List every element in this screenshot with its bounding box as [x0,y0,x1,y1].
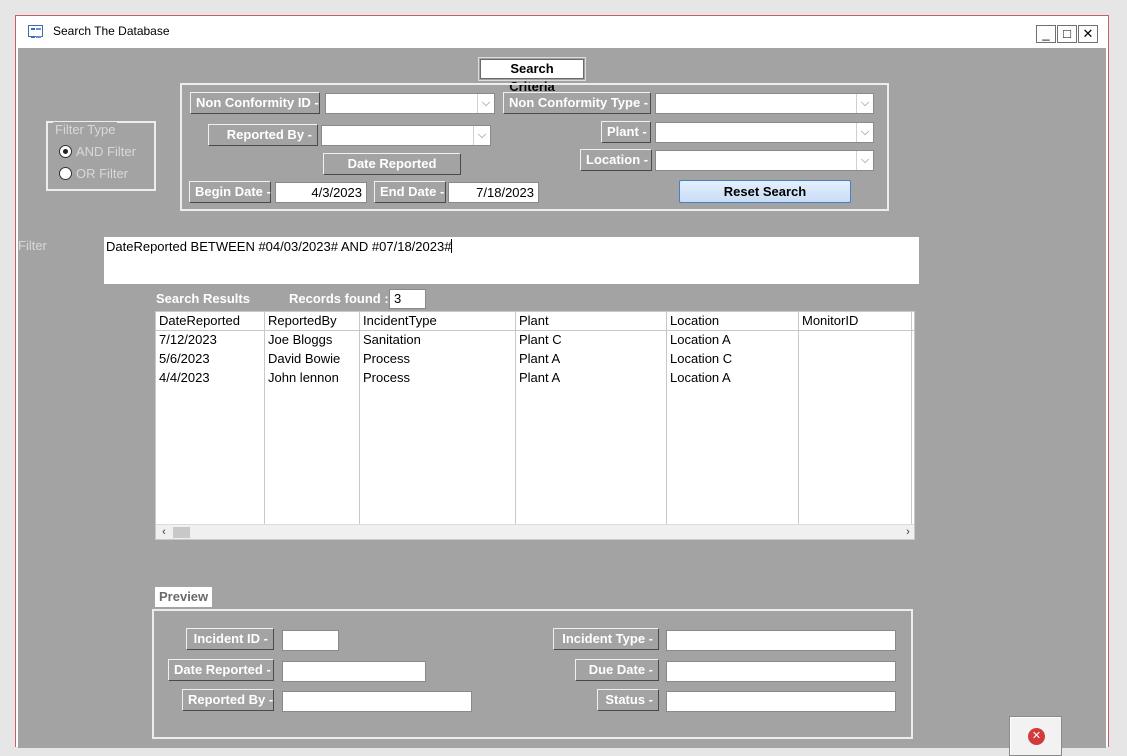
cell-reported-by: Joe Bloggs [268,332,333,347]
cell-date-reported: 7/12/2023 [159,332,217,347]
and-filter-option[interactable]: AND Filter [59,144,136,159]
cell-location: Location C [670,351,733,366]
title-bar: Search The Database _ □ ✕ [16,16,1108,48]
status-label: Status - [597,689,659,711]
records-found-label: Records found : [289,291,389,306]
scroll-thumb[interactable] [173,527,190,538]
records-found-count: 3 [389,289,426,309]
end-date-input[interactable]: 7/18/2023 [448,182,539,203]
column-header-location[interactable]: Location [667,312,798,331]
filter-text-box[interactable]: DateReported BETWEEN #04/03/2023# AND #0… [104,237,919,284]
column-divider [798,312,799,524]
cell-incident-type: Process [363,351,410,366]
search-results-grid[interactable]: DateReported ReportedBy IncidentType Pla… [155,311,915,540]
or-filter-option[interactable]: OR Filter [59,166,128,181]
search-results-title: Search Results [156,291,250,306]
and-filter-radio[interactable] [59,145,72,158]
preview-date-reported-label: Date Reported - [168,659,274,681]
begin-date-input[interactable]: 4/3/2023 [275,182,367,203]
scroll-left-icon[interactable]: ‹ [156,525,172,539]
preview-reported-by-label: Reported By - [182,689,274,711]
column-header-plant[interactable]: Plant [516,312,666,331]
and-filter-label: AND Filter [76,144,136,159]
form-icon [28,25,43,38]
nc-id-combo[interactable]: ⌵ [325,93,495,114]
nc-id-label: Non Conformity ID - [190,92,320,114]
incident-id-field[interactable] [282,630,339,651]
cell-plant: Plant A [519,370,561,385]
cell-incident-type: Sanitation [363,332,421,347]
close-circle-icon: ✕ [1028,728,1045,745]
column-divider [911,312,912,524]
incident-id-label: Incident ID - [186,628,274,650]
due-date-field[interactable] [666,661,896,682]
search-criteria-title: Search Criteria [478,57,586,94]
close-window-button[interactable]: ✕ [1078,25,1098,43]
plant-combo[interactable]: ⌵ [655,122,874,143]
chevron-down-icon[interactable]: ⌵ [856,151,873,170]
column-header-reported-by[interactable]: ReportedBy [265,312,359,331]
plant-label: Plant - [601,121,651,143]
reported-by-combo[interactable]: ⌵ [321,125,491,146]
reset-search-button[interactable]: Reset Search [679,180,851,203]
column-header-overflow [912,312,914,331]
due-date-label: Due Date - [575,659,659,681]
date-reported-label: Date Reported [323,153,461,175]
chevron-down-icon[interactable]: ⌵ [477,94,494,113]
window-title: Search The Database [53,24,170,38]
chevron-down-icon[interactable]: ⌵ [856,94,873,113]
filter-text: DateReported BETWEEN #04/03/2023# AND #0… [106,239,452,254]
cell-reported-by: David Bowie [268,351,341,366]
or-filter-radio[interactable] [59,167,72,180]
form-body: Search Criteria Non Conformity ID - ⌵ No… [18,48,1106,756]
preview-date-reported-field[interactable] [282,661,426,682]
nc-type-combo[interactable]: ⌵ [655,93,874,114]
preview-reported-by-field[interactable] [282,691,472,712]
incident-type-label: Incident Type - [553,628,659,650]
minimize-button[interactable]: _ [1036,25,1056,43]
cell-reported-by: John lennon [268,370,339,385]
cell-plant: Plant C [519,332,562,347]
location-label: Location - [580,149,652,171]
column-header-date-reported[interactable]: DateReported [156,312,264,331]
location-combo[interactable]: ⌵ [655,150,874,171]
filter-type-legend: Filter Type [53,122,118,137]
column-header-monitor-id[interactable]: MonitorID [799,312,911,331]
status-field[interactable] [666,691,896,712]
maximize-button[interactable]: □ [1057,25,1077,43]
horizontal-scrollbar[interactable]: ‹ › [156,524,914,539]
scroll-right-icon[interactable]: › [900,525,914,539]
search-window: Search The Database _ □ ✕ Search Criteri… [15,15,1109,756]
cell-incident-type: Process [363,370,410,385]
chevron-down-icon[interactable]: ⌵ [473,126,490,145]
filter-label: Filter [18,238,47,253]
reported-by-label: Reported By - [208,124,318,146]
cell-location: Location A [670,370,731,385]
preview-title: Preview [155,587,213,607]
column-header-incident-type[interactable]: IncidentType [360,312,515,331]
close-form-button[interactable]: ✕ [1009,716,1062,756]
chevron-down-icon[interactable]: ⌵ [856,123,873,142]
incident-type-field[interactable] [666,630,896,651]
cell-date-reported: 5/6/2023 [159,351,210,366]
cell-date-reported: 4/4/2023 [159,370,210,385]
begin-date-label: Begin Date - [189,181,271,203]
cell-location: Location A [670,332,731,347]
cell-plant: Plant A [519,351,561,366]
nc-type-label: Non Conformity Type - [503,92,651,114]
end-date-label: End Date - [374,181,446,203]
or-filter-label: OR Filter [76,166,128,181]
text-caret [451,239,453,253]
